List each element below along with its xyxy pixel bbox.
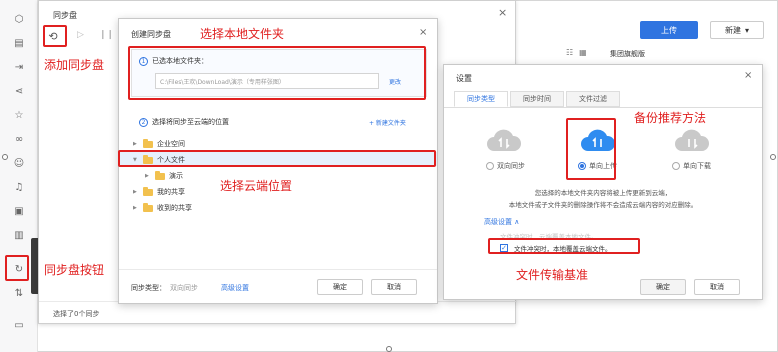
- tree-item[interactable]: ▶ 企业空间: [133, 138, 185, 149]
- annotation-box-cloud-location: [118, 150, 436, 167]
- sync-type-value: 双向同步: [170, 284, 198, 292]
- import-icon[interactable]: ⇥: [12, 60, 26, 74]
- tag-icon[interactable]: ▣: [12, 204, 26, 218]
- ok-button[interactable]: 确定: [640, 279, 686, 295]
- share-icon[interactable]: ⋖: [12, 84, 26, 98]
- tree-item-label: 企业空间: [157, 140, 185, 148]
- option-two-way[interactable]: 双向同步: [486, 161, 525, 171]
- close-icon[interactable]: ×: [419, 27, 427, 38]
- option-download[interactable]: 单向下载: [672, 161, 711, 171]
- cancel-button[interactable]: 取消: [371, 279, 417, 295]
- sync-type-label: 同步类型：: [131, 284, 166, 292]
- option-label: 单向下载: [683, 162, 711, 170]
- play-icon[interactable]: ▷: [77, 30, 84, 40]
- folder-icon: [143, 138, 153, 148]
- tree-item-label: 收到的共享: [157, 204, 192, 212]
- cancel-button[interactable]: 取消: [694, 279, 740, 295]
- user-icon[interactable]: ☺: [12, 156, 26, 170]
- link-icon[interactable]: ∞: [12, 132, 26, 146]
- star-icon[interactable]: ☆: [12, 108, 26, 122]
- expand-icon[interactable]: ▶: [133, 141, 139, 147]
- option-label: 双向同步: [497, 162, 525, 170]
- new-button[interactable]: 新建 ▾: [710, 21, 764, 39]
- dialog-title: 创建同步盘: [131, 30, 171, 39]
- annotation-transfer-basis: 文件传输基准: [516, 268, 589, 282]
- annotation-box-upload-option: [566, 118, 616, 180]
- bell-icon[interactable]: ♫: [12, 180, 26, 194]
- tab-divider: [444, 107, 762, 108]
- radio-icon[interactable]: [486, 162, 494, 170]
- expand-icon[interactable]: ▶: [133, 205, 139, 211]
- settings-dialog: 设置 × 同步类型 同步时间 文件过滤 双向同步 单向上传 单向下载 您选择的本…: [443, 64, 763, 300]
- pause-icon[interactable]: ❙❙: [99, 30, 114, 40]
- description-line-2: 本地文件或子文件夹的删除操作将不会造成云端内容的对应删除。: [508, 201, 698, 209]
- expand-icon[interactable]: ▶: [145, 173, 151, 179]
- annotation-backup-method: 备份推荐方法: [634, 111, 707, 125]
- annotation-box-sync-button: [5, 255, 29, 281]
- advanced-settings-toggle[interactable]: 高级设置 ∧: [484, 217, 519, 227]
- annotation-choose-local: 选择本地文件夹: [200, 27, 285, 41]
- feedback-icon[interactable]: ▭: [12, 318, 26, 332]
- tree-item-label: 演示: [169, 172, 183, 180]
- folder-icon: [143, 186, 153, 196]
- new-label: 新建: [724, 25, 741, 35]
- tree-item[interactable]: ▶ 我的共享: [133, 186, 185, 197]
- sync-status-text: 选择了0个同步: [53, 310, 100, 318]
- ok-button[interactable]: 确定: [317, 279, 363, 295]
- annotation-box-conflict-option: [488, 238, 640, 254]
- dialog-title: 设置: [456, 74, 472, 83]
- trash-icon[interactable]: ▥: [12, 228, 26, 242]
- tree-item-label: 我的共享: [157, 188, 185, 196]
- column-header: 集团旗舰版: [610, 50, 645, 58]
- close-icon[interactable]: ×: [744, 70, 752, 81]
- resize-handle-bottom[interactable]: [386, 346, 392, 352]
- expand-icon[interactable]: ▶: [133, 189, 139, 195]
- folder-icon: [143, 202, 153, 212]
- annotation-box-add-sync: [43, 25, 67, 47]
- step2-label: 2 选择将同步至云端的位置: [139, 117, 229, 127]
- sync-type: 同步类型： 双向同步: [131, 283, 198, 293]
- annotation-box-local-folder: [128, 46, 426, 100]
- logo-icon[interactable]: ⬡: [12, 12, 26, 26]
- tab-sync-time[interactable]: 同步时间: [510, 91, 564, 107]
- document-icon[interactable]: ▤: [12, 36, 26, 50]
- tree-item[interactable]: ▶ 演示: [145, 170, 183, 181]
- resize-handle-left[interactable]: [2, 154, 8, 160]
- tab-sync-type[interactable]: 同步类型: [454, 91, 508, 107]
- close-icon[interactable]: ×: [498, 6, 507, 19]
- chevron-down-icon: ▾: [744, 25, 749, 35]
- tab-file-filter[interactable]: 文件过滤: [566, 91, 620, 107]
- transfer-icon[interactable]: ⇅: [12, 286, 26, 300]
- annotation-choose-cloud: 选择云端位置: [220, 179, 293, 193]
- sync-window-title: 同步盘: [53, 11, 77, 20]
- advanced-settings-link[interactable]: 高级设置: [221, 283, 249, 293]
- step-number-icon: 2: [139, 117, 148, 127]
- annotation-add-sync: 添加同步盘: [44, 58, 105, 72]
- cloud-two-way-icon[interactable]: [486, 129, 522, 153]
- radio-icon[interactable]: [672, 162, 680, 170]
- tree-item[interactable]: ▶ 收到的共享: [133, 202, 192, 213]
- description-line-1: 您选择的本地文件夹内容将被上传更新到云端，: [534, 189, 672, 197]
- step2-text: 选择将同步至云端的位置: [152, 118, 229, 126]
- cloud-download-icon[interactable]: [674, 129, 710, 153]
- annotation-sync-button: 同步盘按钮: [44, 263, 105, 277]
- new-folder-link[interactable]: + 新建文件夹: [369, 118, 406, 127]
- folder-icon: [155, 170, 165, 180]
- view-toggle-icons[interactable]: ☷▦: [566, 48, 593, 57]
- resize-handle-right[interactable]: [770, 154, 776, 160]
- left-sidebar: ⬡ ▤ ⇥ ⋖ ☆ ∞ ☺ ♫ ▣ ▥ ↻ ⇅ ▭: [0, 0, 38, 352]
- divider: [119, 269, 437, 270]
- upload-button[interactable]: 上传: [640, 21, 698, 39]
